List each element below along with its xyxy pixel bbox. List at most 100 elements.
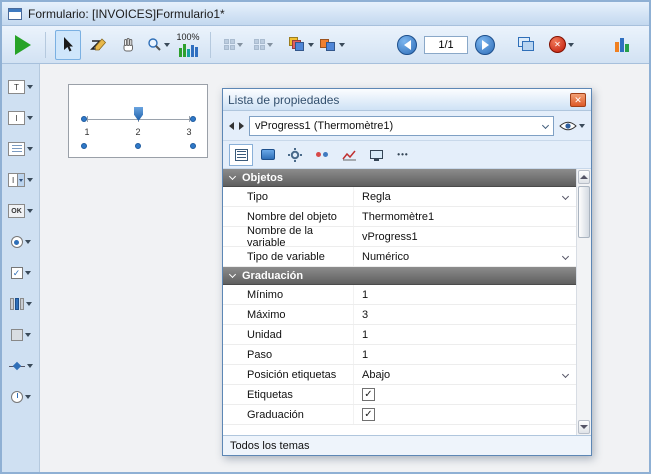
previous-page-button[interactable]	[394, 30, 420, 60]
chevron-down-icon	[229, 271, 236, 278]
property-row-etiquetas: Etiquetas ✓	[223, 385, 576, 405]
tab-more[interactable]: •••	[391, 144, 415, 166]
close-icon[interactable]: ✕	[570, 93, 586, 107]
stacked-squares-icon	[289, 37, 306, 52]
edit-control-button[interactable]: I	[8, 107, 33, 129]
tab-settings[interactable]	[283, 144, 307, 166]
vertical-scrollbar[interactable]	[576, 169, 591, 435]
chevron-down-icon	[562, 253, 569, 260]
panel-footer-label: Todos los temas	[230, 440, 309, 452]
property-value[interactable]: Regla	[353, 187, 576, 206]
arrow-left-icon	[397, 35, 417, 55]
static-text-control-button[interactable]: T	[8, 76, 33, 98]
selection-handle[interactable]	[135, 143, 141, 149]
panel-footer: Todos los temas	[223, 435, 591, 455]
zoom-level-button[interactable]: 100%	[175, 30, 201, 60]
toggle-control-button[interactable]	[10, 293, 32, 315]
previous-object-button[interactable]	[229, 122, 234, 130]
property-label: Unidad	[223, 325, 353, 344]
stop-button[interactable]: ✕	[548, 30, 575, 60]
chart-button[interactable]	[609, 30, 635, 60]
catalog-button[interactable]	[288, 30, 315, 60]
tab-chart[interactable]	[337, 144, 361, 166]
scroll-up-button[interactable]	[578, 170, 590, 184]
property-row-unidad: Unidad 1	[223, 325, 576, 345]
slider-tick-label: 2	[132, 127, 144, 137]
pan-tool-button[interactable]	[115, 30, 141, 60]
list-control-button[interactable]	[8, 138, 33, 160]
section-header-objetos[interactable]: Objetos	[223, 169, 576, 187]
property-value[interactable]: 1	[353, 345, 576, 364]
scroll-down-button[interactable]	[578, 420, 590, 434]
property-label: Posición etiquetas	[223, 365, 353, 384]
property-value[interactable]: Thermomètre1	[353, 207, 576, 226]
slider-control-button[interactable]	[9, 355, 33, 377]
object-selector-dropdown[interactable]: vProgress1 (Thermomètre1)	[249, 116, 554, 136]
selection-handle[interactable]	[190, 116, 196, 122]
tab-ui[interactable]	[256, 144, 280, 166]
tab-general[interactable]	[229, 144, 253, 166]
radio-button-icon	[11, 236, 23, 248]
checkbox-checked[interactable]: ✓	[362, 408, 375, 421]
selection-handle[interactable]	[190, 143, 196, 149]
section-header-graduacion[interactable]: Graduación	[223, 267, 576, 285]
dial-icon	[11, 391, 23, 403]
scrollbar-thumb[interactable]	[578, 186, 590, 238]
visibility-button[interactable]	[559, 120, 585, 132]
arrow-down-icon	[580, 425, 588, 429]
edit-zone-tool-button[interactable]	[85, 30, 111, 60]
gear-icon	[287, 147, 303, 163]
checkbox-control-button[interactable]: ✓	[11, 262, 31, 284]
static-text-icon: T	[8, 80, 25, 94]
run-button[interactable]	[10, 30, 36, 60]
tab-display[interactable]	[364, 144, 388, 166]
more-icon: •••	[397, 150, 408, 159]
selection-handle[interactable]	[81, 116, 87, 122]
styles-button[interactable]	[319, 30, 346, 60]
duplicate-button[interactable]	[514, 30, 540, 60]
layout-button[interactable]	[250, 30, 276, 60]
button-control-button[interactable]: OK	[8, 200, 33, 222]
chevron-down-icon	[164, 43, 170, 47]
property-label: Nombre de la variable	[223, 227, 353, 246]
title-bar[interactable]: Formulario: [INVOICES]Formulario1*	[2, 2, 649, 26]
toggle-icon	[10, 298, 24, 310]
arrow-right-icon	[475, 35, 495, 55]
property-value[interactable]: Abajo	[353, 365, 576, 384]
checkbox-checked[interactable]: ✓	[362, 388, 375, 401]
record-icon: ✕	[549, 36, 566, 53]
property-value[interactable]: Numérico	[353, 247, 576, 266]
property-value[interactable]: 3	[353, 305, 576, 324]
tab-style[interactable]	[310, 144, 334, 166]
next-page-button[interactable]	[472, 30, 498, 60]
chevron-down-icon	[27, 85, 33, 89]
bar-chart-icon	[615, 37, 629, 52]
alignment-button[interactable]	[220, 30, 246, 60]
chevron-down-icon	[25, 271, 31, 275]
combo-control-button[interactable]: I	[8, 169, 33, 191]
radio-control-button[interactable]	[11, 231, 31, 253]
property-row-paso: Paso 1	[223, 345, 576, 365]
selection-handle[interactable]	[81, 143, 87, 149]
control-toolbox: T I I OK ✓	[2, 64, 40, 472]
selected-slider-control[interactable]: 1 2 3	[68, 84, 208, 158]
properties-panel-header[interactable]: Lista de propiedades ✕	[223, 89, 591, 111]
property-label: Mínimo	[223, 285, 353, 304]
zoom-tool-button[interactable]	[145, 30, 171, 60]
form-canvas[interactable]: 1 2 3 Lista de propiedades ✕	[40, 64, 649, 472]
shape-control-button[interactable]	[11, 324, 31, 346]
slider-tick-label: 1	[81, 127, 93, 137]
checkbox-icon: ✓	[11, 267, 23, 279]
property-row-posicion-etiquetas: Posición etiquetas Abajo	[223, 365, 576, 385]
dial-control-button[interactable]	[11, 386, 31, 408]
chevron-down-icon	[25, 333, 31, 337]
next-object-button[interactable]	[239, 122, 244, 130]
grid-icon	[224, 39, 235, 50]
eye-icon	[559, 120, 577, 132]
chevron-down-icon	[27, 116, 33, 120]
select-tool-button[interactable]	[55, 30, 81, 60]
chevron-down-icon	[229, 173, 236, 180]
property-value[interactable]: vProgress1	[353, 227, 576, 246]
property-value[interactable]: 1	[353, 285, 576, 304]
property-value[interactable]: 1	[353, 325, 576, 344]
